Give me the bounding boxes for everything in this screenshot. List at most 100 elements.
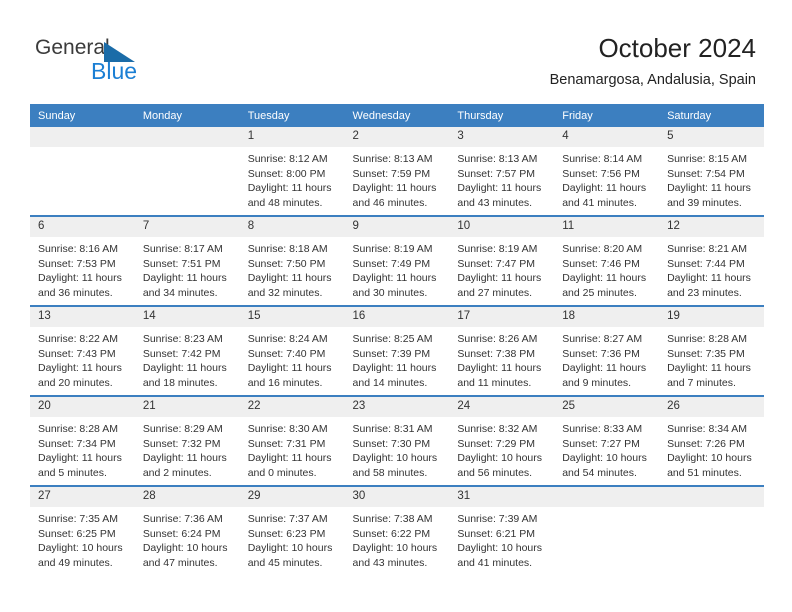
calendar-empty-cell [30, 127, 135, 216]
sunrise-text: Sunrise: 8:15 AM [667, 153, 748, 165]
day-number: 13 [30, 307, 135, 327]
day-sun-info: Sunrise: 8:30 AM Sunset: 7:31 PM Daylight:… [240, 417, 345, 480]
sunset-text: Sunset: 7:36 PM [562, 347, 640, 360]
day-sun-info: Sunrise: 7:39 AM Sunset: 6:21 PM Daylight:… [449, 507, 554, 570]
day-sun-info: Sunrise: 8:12 AM Sunset: 8:00 PM Daylight:… [240, 147, 345, 210]
sunrise-text: Sunrise: 7:36 AM [142, 513, 223, 525]
calendar-day-cell[interactable]: 7 Sunrise: 8:17 AM Sunset: 7:51 PM Daylight… [134, 215, 240, 306]
calendar-day-cell[interactable]: 22 Sunrise: 8:30 AM Sunset: 7:31 PM Dayligh… [239, 395, 345, 486]
daylight-text: Daylight: 11 hours and 30 minutes. [352, 272, 437, 299]
calendar-day-cell[interactable]: 16 Sunrise: 8:25 AM Sunset: 7:39 PM Dayligh… [344, 305, 450, 396]
sunset-text: Sunset: 7:42 PM [142, 347, 221, 360]
daylight-text: Daylight: 11 hours and 5 minutes. [38, 452, 122, 479]
daylight-text: Daylight: 11 hours and 0 minutes. [247, 452, 332, 479]
sunset-text: Sunset: 7:27 PM [562, 437, 640, 450]
day-sun-info: Sunrise: 8:17 AM Sunset: 7:51 PM Daylight:… [135, 237, 240, 300]
calendar-table: Sunday Monday Tuesday Wednesday Thursday… [30, 104, 764, 575]
sunrise-text: Sunrise: 8:14 AM [562, 153, 643, 165]
calendar-day-cell[interactable]: 4 Sunrise: 8:14 AM Sunset: 7:56 PM Daylight… [554, 127, 660, 216]
calendar-day-cell[interactable]: 13 Sunrise: 8:22 AM Sunset: 7:43 PM Dayligh… [30, 305, 135, 396]
calendar-day-cell[interactable]: 9 Sunrise: 8:19 AM Sunset: 7:49 PM Daylight… [344, 215, 450, 306]
calendar-day-cell[interactable]: 14 Sunrise: 8:23 AM Sunset: 7:42 PM Dayligh… [134, 305, 240, 396]
sunset-text: Sunset: 7:49 PM [352, 257, 431, 270]
day-number: 18 [554, 307, 660, 327]
sunset-text: Sunset: 7:47 PM [457, 257, 536, 270]
calendar-week-row: 1 Sunrise: 8:12 AM Sunset: 8:00 PM Daylight… [30, 127, 764, 216]
sunrise-text: Sunrise: 8:12 AM [247, 153, 328, 165]
sunrise-text: Sunrise: 8:23 AM [142, 333, 223, 345]
sunset-text: Sunset: 7:39 PM [352, 347, 431, 360]
calendar-day-cell[interactable]: 6 Sunrise: 8:16 AM Sunset: 7:53 PM Daylight… [30, 215, 135, 306]
daylight-text: Daylight: 11 hours and 23 minutes. [667, 272, 751, 299]
daylight-text: Daylight: 11 hours and 36 minutes. [38, 272, 122, 299]
calendar-page: General Blue October 2024 Benamargosa, A… [0, 0, 792, 612]
calendar-day-cell[interactable]: 29 Sunrise: 7:37 AM Sunset: 6:23 PM Dayligh… [239, 485, 345, 575]
weekday-header-saturday: Saturday [659, 104, 764, 127]
sunrise-text: Sunrise: 7:39 AM [457, 513, 538, 525]
day-sun-info: Sunrise: 8:23 AM Sunset: 7:42 PM Daylight:… [135, 327, 240, 390]
daylight-text: Daylight: 10 hours and 45 minutes. [247, 542, 333, 569]
calendar-day-cell[interactable]: 30 Sunrise: 7:38 AM Sunset: 6:22 PM Dayligh… [344, 485, 450, 575]
calendar-day-cell[interactable]: 27 Sunrise: 7:35 AM Sunset: 6:25 PM Dayligh… [30, 485, 135, 575]
weekday-header-wednesday: Wednesday [344, 104, 450, 127]
page-title: October 2024 [598, 33, 756, 63]
calendar-day-cell[interactable]: 19 Sunrise: 8:28 AM Sunset: 7:35 PM Dayligh… [659, 305, 764, 396]
day-sun-info: Sunrise: 8:16 AM Sunset: 7:53 PM Daylight:… [30, 237, 135, 300]
calendar-day-cell[interactable]: 23 Sunrise: 8:31 AM Sunset: 7:30 PM Dayligh… [344, 395, 450, 486]
calendar-day-cell[interactable]: 21 Sunrise: 8:29 AM Sunset: 7:32 PM Dayligh… [134, 395, 240, 486]
day-number: 21 [134, 397, 240, 417]
calendar-day-cell[interactable]: 8 Sunrise: 8:18 AM Sunset: 7:50 PM Daylight… [239, 215, 345, 306]
general-blue-logo[interactable]: General Blue [35, 36, 235, 86]
day-sun-info: Sunrise: 8:24 AM Sunset: 7:40 PM Daylight:… [240, 327, 345, 390]
daylight-text: Daylight: 10 hours and 41 minutes. [457, 542, 543, 569]
sunset-text: Sunset: 6:21 PM [457, 527, 536, 540]
day-number: 31 [449, 487, 555, 507]
day-sun-info: Sunrise: 8:14 AM Sunset: 7:56 PM Daylight:… [554, 147, 659, 210]
sunset-text: Sunset: 7:51 PM [142, 257, 221, 270]
calendar-day-cell[interactable]: 26 Sunrise: 8:34 AM Sunset: 7:26 PM Dayligh… [659, 395, 764, 486]
weekday-header-friday: Friday [554, 104, 660, 127]
calendar-day-cell[interactable]: 2 Sunrise: 8:13 AM Sunset: 7:59 PM Daylight… [344, 127, 450, 216]
day-sun-info: Sunrise: 8:13 AM Sunset: 7:59 PM Daylight:… [345, 147, 450, 210]
day-number: 17 [449, 307, 555, 327]
day-number: 12 [659, 217, 764, 237]
calendar-day-cell[interactable]: 24 Sunrise: 8:32 AM Sunset: 7:29 PM Dayligh… [449, 395, 555, 486]
calendar-day-cell[interactable]: 3 Sunrise: 8:13 AM Sunset: 7:57 PM Daylight… [449, 127, 555, 216]
sunset-text: Sunset: 7:31 PM [247, 437, 326, 450]
day-sun-info: Sunrise: 8:22 AM Sunset: 7:43 PM Daylight:… [30, 327, 135, 390]
calendar-day-cell[interactable]: 18 Sunrise: 8:27 AM Sunset: 7:36 PM Dayligh… [554, 305, 660, 396]
calendar-day-cell[interactable]: 28 Sunrise: 7:36 AM Sunset: 6:24 PM Dayligh… [134, 485, 240, 575]
sunset-text: Sunset: 7:44 PM [667, 257, 745, 270]
sunrise-text: Sunrise: 8:28 AM [38, 423, 118, 435]
sunset-text: Sunset: 6:24 PM [142, 527, 221, 540]
calendar-day-cell[interactable]: 31 Sunrise: 7:39 AM Sunset: 6:21 PM Dayligh… [449, 485, 555, 575]
calendar-day-cell[interactable]: 20 Sunrise: 8:28 AM Sunset: 7:34 PM Dayligh… [30, 395, 135, 486]
calendar-day-cell[interactable]: 15 Sunrise: 8:24 AM Sunset: 7:40 PM Dayligh… [239, 305, 345, 396]
sunrise-text: Sunrise: 8:13 AM [352, 153, 433, 165]
day-sun-info: Sunrise: 8:13 AM Sunset: 7:57 PM Daylight:… [449, 147, 554, 210]
calendar-day-cell[interactable]: 11 Sunrise: 8:20 AM Sunset: 7:46 PM Dayligh… [554, 215, 660, 306]
calendar-day-cell[interactable]: 25 Sunrise: 8:33 AM Sunset: 7:27 PM Dayligh… [554, 395, 660, 486]
day-number: 10 [449, 217, 555, 237]
sunset-text: Sunset: 7:29 PM [457, 437, 536, 450]
day-number: 29 [239, 487, 345, 507]
sunrise-text: Sunrise: 8:21 AM [667, 243, 748, 255]
calendar-day-cell[interactable]: 17 Sunrise: 8:26 AM Sunset: 7:38 PM Dayligh… [449, 305, 555, 396]
daylight-text: Daylight: 11 hours and 48 minutes. [247, 182, 332, 209]
day-number: 3 [449, 127, 555, 147]
day-sun-info: Sunrise: 8:31 AM Sunset: 7:30 PM Daylight:… [345, 417, 450, 480]
calendar-day-cell[interactable]: 12 Sunrise: 8:21 AM Sunset: 7:44 PM Dayligh… [659, 215, 764, 306]
weekday-header-thursday: Thursday [449, 104, 555, 127]
daylight-text: Daylight: 10 hours and 58 minutes. [352, 452, 438, 479]
sunset-text: Sunset: 6:25 PM [38, 527, 116, 540]
sunrise-text: Sunrise: 8:24 AM [247, 333, 328, 345]
sunset-text: Sunset: 7:38 PM [457, 347, 536, 360]
day-sun-info: Sunrise: 7:36 AM Sunset: 6:24 PM Daylight:… [135, 507, 240, 570]
sunrise-text: Sunrise: 8:26 AM [457, 333, 538, 345]
sunset-text: Sunset: 7:56 PM [562, 167, 640, 180]
day-number: 9 [344, 217, 450, 237]
sunset-text: Sunset: 7:43 PM [38, 347, 116, 360]
calendar-day-cell[interactable]: 1 Sunrise: 8:12 AM Sunset: 8:00 PM Daylight… [239, 127, 345, 216]
calendar-day-cell[interactable]: 10 Sunrise: 8:19 AM Sunset: 7:47 PM Dayligh… [449, 215, 555, 306]
calendar-day-cell[interactable]: 5 Sunrise: 8:15 AM Sunset: 7:54 PM Daylight… [659, 127, 764, 216]
